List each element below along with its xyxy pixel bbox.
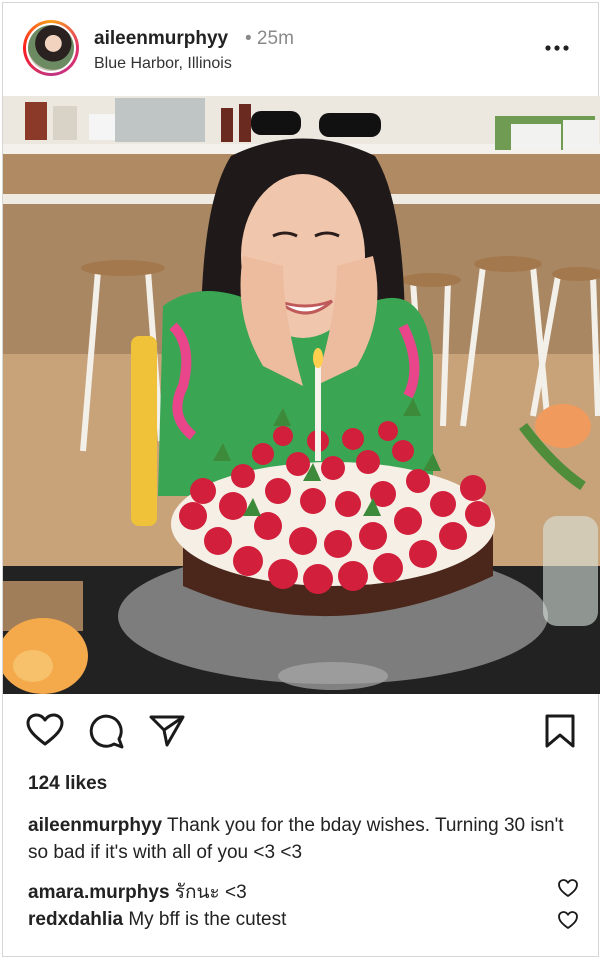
post-card: aileenmurphyy • 25m Blue Harbor, Illinoi… xyxy=(2,2,600,957)
comment-bubble-icon[interactable] xyxy=(87,711,127,751)
avatar-image xyxy=(28,25,74,71)
comment-text: My bff is the cutest xyxy=(128,909,287,930)
post-timestamp: • 25m xyxy=(245,28,294,49)
post-header: aileenmurphyy • 25m Blue Harbor, Illinoi… xyxy=(3,3,600,95)
avatar-story-ring[interactable] xyxy=(23,20,79,76)
comment-username[interactable]: amara.murphys xyxy=(28,882,170,903)
post-location[interactable]: Blue Harbor, Illinois xyxy=(94,55,232,73)
photo-illustration xyxy=(3,96,600,694)
bookmark-icon[interactable] xyxy=(540,711,580,751)
heart-icon[interactable] xyxy=(25,711,65,751)
post-username[interactable]: aileenmurphyy xyxy=(94,28,228,50)
more-options-icon[interactable] xyxy=(543,37,571,59)
comment-row: amara.murphys รักนะ <3 xyxy=(28,877,247,907)
paper-plane-icon[interactable] xyxy=(147,711,187,751)
comment-text: รักนะ <3 xyxy=(174,882,247,903)
avatar[interactable] xyxy=(26,23,76,73)
comment-row: redxdahlia My bff is the cutest xyxy=(28,909,286,931)
post-photo[interactable] xyxy=(3,96,600,694)
post-caption: aileenmurphyy Thank you for the bday wis… xyxy=(28,812,578,866)
likes-count[interactable]: 124 likes xyxy=(28,773,107,795)
caption-username[interactable]: aileenmurphyy xyxy=(28,815,162,836)
comment-like-heart-icon[interactable] xyxy=(557,909,579,931)
post-actions xyxy=(3,711,600,755)
comment-username[interactable]: redxdahlia xyxy=(28,909,123,930)
comment-like-heart-icon[interactable] xyxy=(557,877,579,899)
